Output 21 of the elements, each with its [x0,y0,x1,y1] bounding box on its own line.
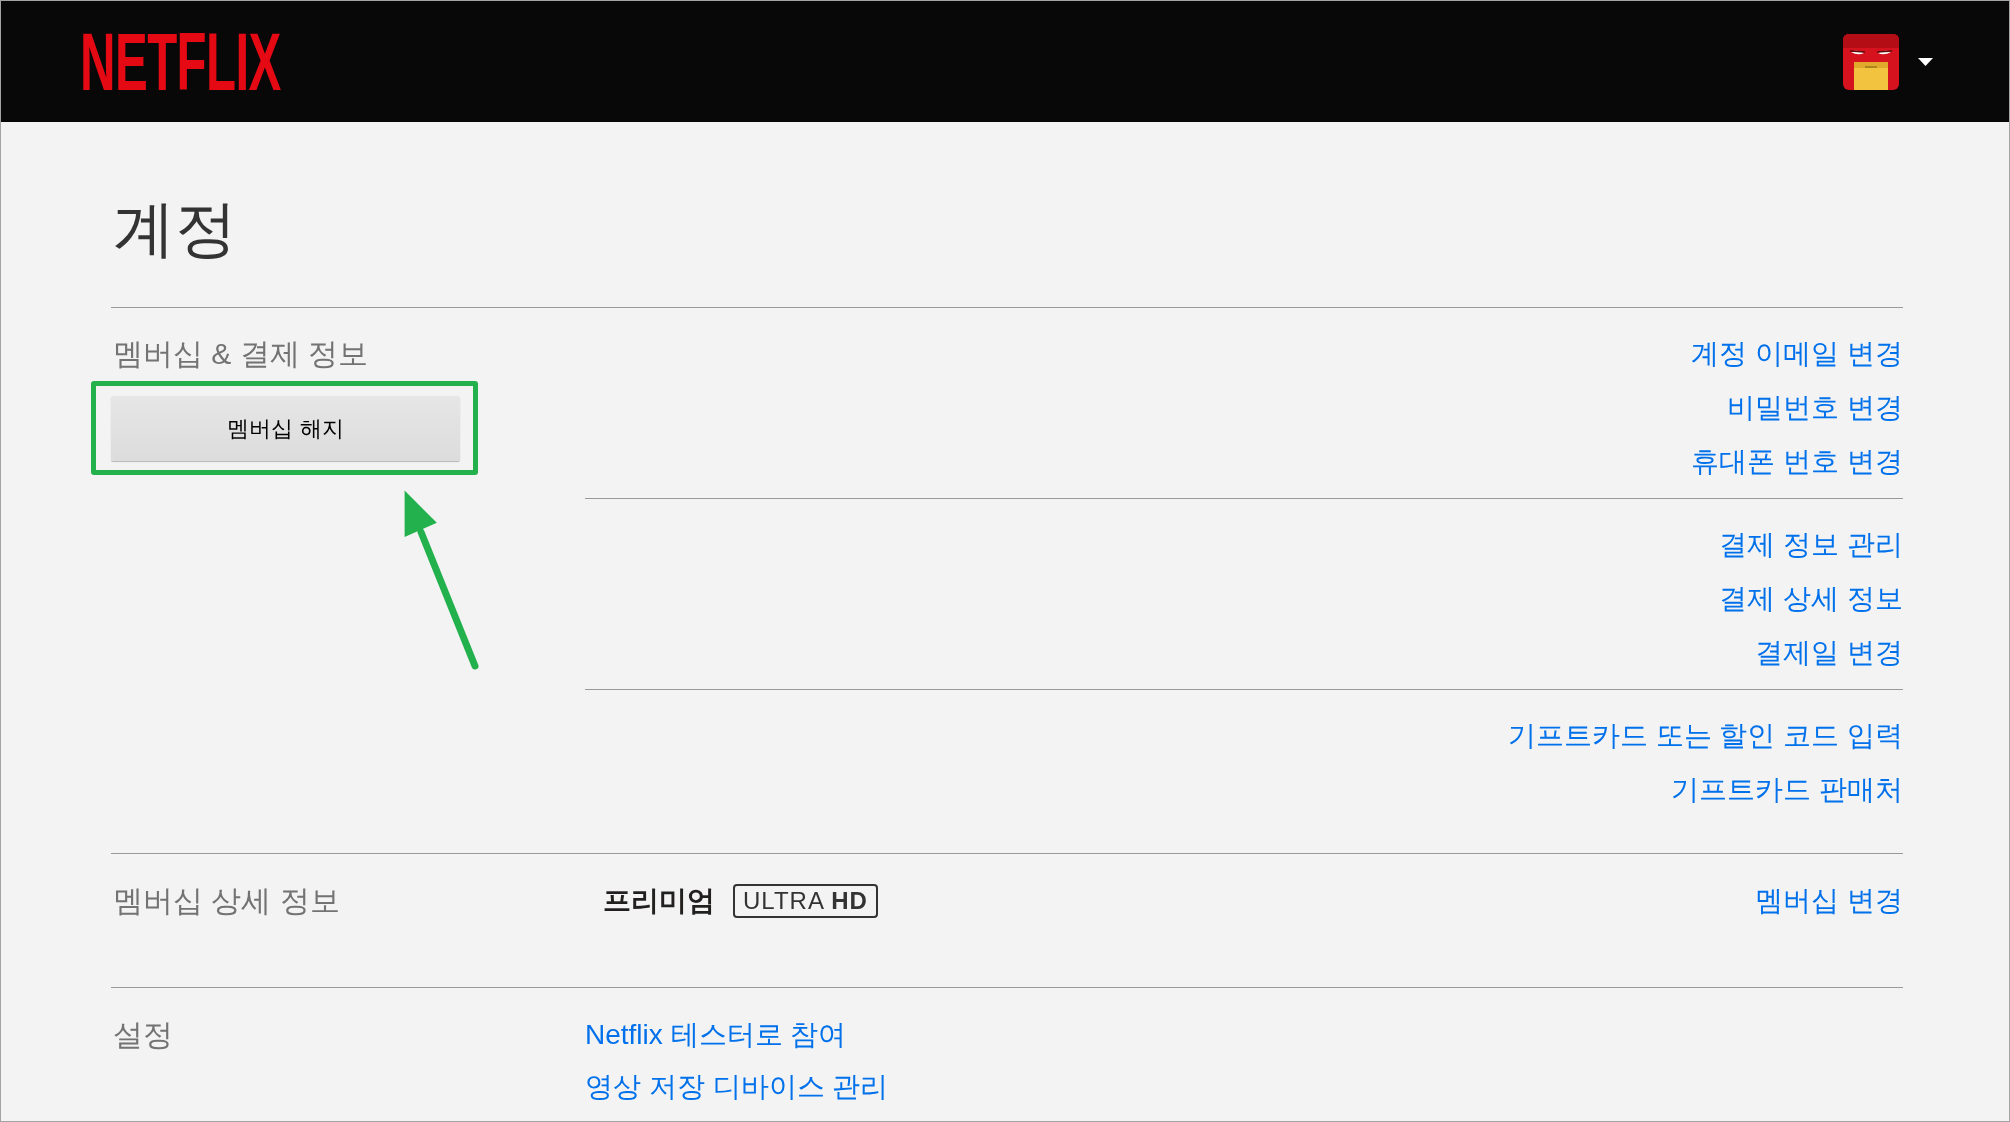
account-link[interactable]: Netflix 테스터로 참여 [585,1017,847,1054]
section-label: 멤버십 & 결제 정보 [113,336,368,373]
caret-icon[interactable] [1918,57,1933,66]
account-link[interactable]: 기프트카드 판매처 [1671,772,1903,809]
account-link[interactable]: 계정 이메일 변경 [1691,336,1903,373]
account-link[interactable]: 멤버십 변경 [1755,883,1903,920]
section-label: 멤버십 상세 정보 [113,883,340,920]
account-link[interactable]: 결제 상세 정보 [1719,581,1903,618]
cancel-membership-button[interactable]: 멤버십 해지 [111,396,460,462]
account-link[interactable]: 결제일 변경 [1755,635,1903,672]
brand-logo[interactable]: NETFLIX [80,20,281,103]
account-link[interactable]: 기프트카드 또는 할인 코드 입력 [1507,718,1903,755]
account-link[interactable]: 결제 정보 관리 [1719,527,1903,564]
account-link[interactable]: 휴대폰 번호 변경 [1691,444,1903,481]
quality-badge: ULTRA HD [733,884,878,919]
account-link[interactable]: 비밀번호 변경 [1727,390,1903,427]
page-title: 계정 [113,193,237,265]
account-link[interactable]: 영상 저장 디바이스 관리 [585,1069,889,1106]
section-label: 설정 [113,1017,173,1054]
profile-avatar-icon[interactable] [1843,33,1899,90]
plan-name: 프리미엄 [603,884,715,919]
